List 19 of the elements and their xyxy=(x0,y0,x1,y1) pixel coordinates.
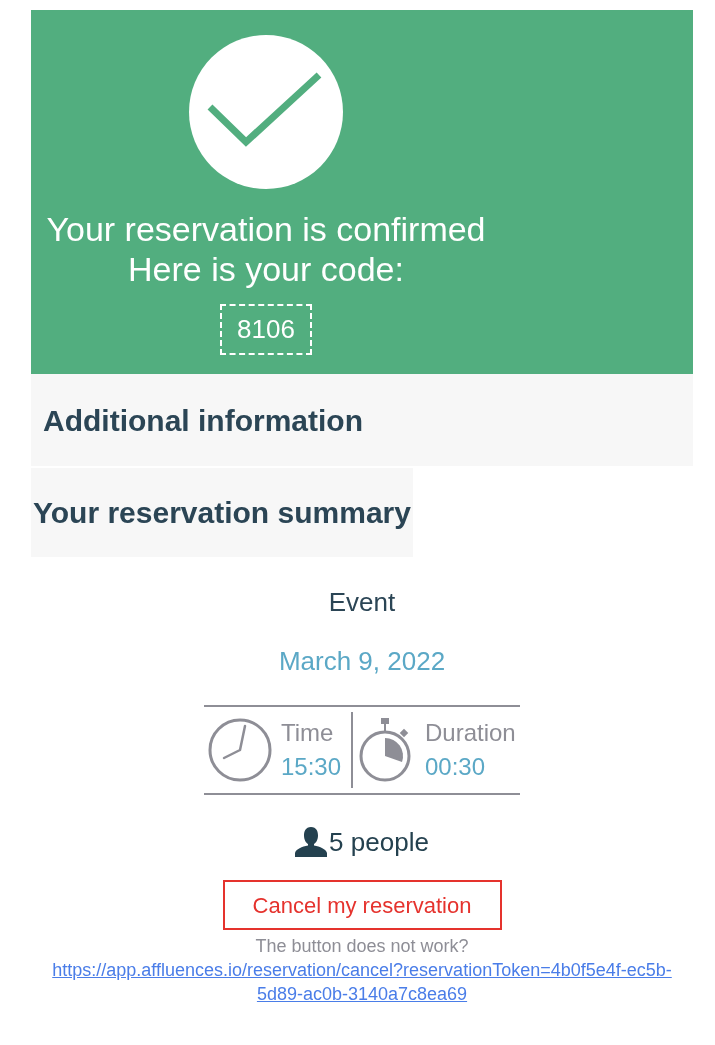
people-count: 5 people xyxy=(329,826,429,858)
check-circle-icon xyxy=(189,35,343,189)
cancel-reservation-button[interactable]: Cancel my reservation xyxy=(222,880,502,930)
code-label: Here is your code: xyxy=(128,249,404,289)
section-heading: Your reservation summary xyxy=(33,495,411,531)
detail-value: 00:30 xyxy=(425,752,487,782)
section-heading: Additional information xyxy=(43,402,363,439)
detail-value: 15:30 xyxy=(281,752,342,782)
reservation-code: 8106 xyxy=(220,304,312,355)
clock-icon xyxy=(208,718,272,782)
fallback-hint: The button does not work? xyxy=(255,935,469,958)
event-type: Event xyxy=(328,587,396,617)
person-icon xyxy=(295,827,328,857)
confirmation-title: Your reservation is confirmed xyxy=(46,209,486,249)
event-date: March 9, 2022 xyxy=(278,646,446,676)
detail-label: Duration xyxy=(425,718,516,748)
detail-label: Time xyxy=(281,718,335,748)
cancel-link[interactable]: https://app.affluences.io/reservation/cancel?reservationToken=4b0f5e4f-ec5b-5d89-ac0b-3140a7c8ea69 xyxy=(49,958,675,1006)
stopwatch-icon xyxy=(359,718,411,782)
